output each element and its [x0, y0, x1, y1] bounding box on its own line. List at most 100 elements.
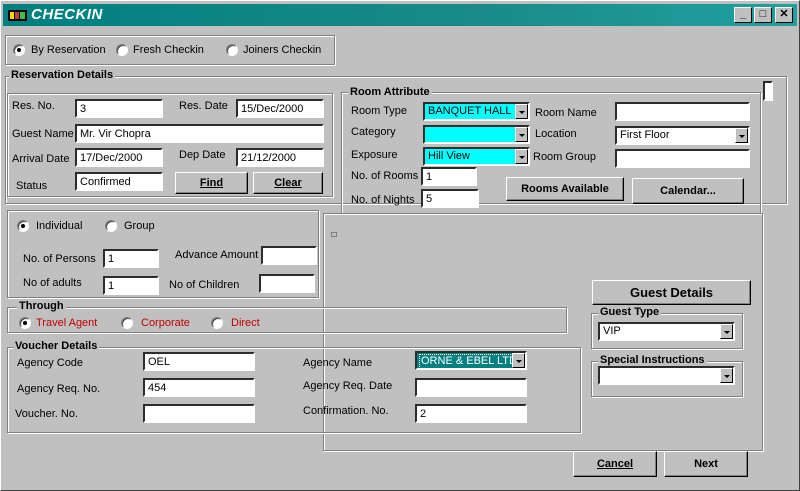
chevron-down-icon[interactable] — [720, 324, 733, 339]
small-marker — [331, 232, 337, 237]
no-of-nights-field[interactable]: 5 — [421, 189, 479, 208]
reservation-legend: Reservation Details — [9, 69, 116, 81]
agency-name-value: ORNE & EBEL LTD — [419, 354, 519, 368]
advance-amount-field[interactable] — [261, 246, 317, 265]
voucher-legend: Voucher Details — [13, 340, 100, 352]
status-label: Status — [16, 180, 48, 192]
through-legend: Through — [17, 300, 66, 312]
mode-fresh-checkin-label: Fresh Checkin — [133, 44, 204, 56]
arrival-date-field[interactable]: 17/Dec/2000 — [75, 148, 163, 167]
cancel-button[interactable]: Cancel — [573, 451, 657, 477]
film-icon — [8, 10, 27, 21]
exposure-value: Hill View — [428, 150, 470, 162]
chevron-down-icon[interactable] — [515, 104, 528, 119]
chevron-down-icon[interactable] — [515, 127, 528, 142]
advance-amount-label: Advance Amount — [175, 249, 259, 261]
chevron-down-icon[interactable] — [512, 353, 525, 368]
travel-agent-label: Travel Agent — [36, 317, 98, 329]
special-instructions-dropdown[interactable] — [598, 366, 735, 385]
voucher-no-field[interactable] — [143, 404, 255, 423]
guest-details-button[interactable]: Guest Details — [592, 280, 751, 305]
minimize-button[interactable]: _ — [734, 7, 752, 23]
no-of-nights-label: No. of Nights — [351, 194, 415, 206]
exposure-dropdown[interactable]: Hill View — [423, 147, 530, 166]
category-dropdown[interactable] — [423, 125, 530, 144]
agency-code-label: Agency Code — [17, 357, 84, 369]
agency-req-date-label: Agency Req. Date — [303, 380, 393, 392]
res-date-label: Res. Date — [179, 100, 228, 112]
checkin-window: CHECKIN _ □ ✕ By Reservation Fresh Check… — [0, 0, 800, 491]
agency-req-date-field[interactable] — [415, 378, 527, 397]
corporate-label: Corporate — [141, 317, 190, 329]
agency-name-dropdown[interactable]: ORNE & EBEL LTD — [415, 351, 527, 370]
no-of-adults-field[interactable]: 1 — [103, 276, 159, 295]
group-radio[interactable] — [105, 220, 117, 232]
guest-name-field[interactable]: Mr. Vir Chopra — [75, 124, 324, 143]
guest-type-dropdown[interactable]: VIP — [598, 322, 735, 341]
dep-date-field[interactable]: 21/12/2000 — [236, 148, 324, 167]
confirmation-no-field[interactable]: 2 — [415, 404, 527, 423]
location-dropdown[interactable]: First Floor — [615, 126, 750, 145]
chevron-down-icon[interactable] — [735, 128, 748, 143]
room-group-label: Room Group — [533, 151, 596, 163]
rooms-available-button[interactable]: Rooms Available — [506, 177, 624, 201]
chevron-down-icon[interactable] — [515, 149, 528, 164]
close-button[interactable]: ✕ — [775, 7, 793, 23]
room-type-dropdown[interactable]: BANQUET HALL — [423, 102, 530, 121]
confirmation-no-label: Confirmation. No. — [303, 405, 389, 417]
status-field[interactable]: Confirmed — [75, 172, 163, 191]
res-no-label: Res. No. — [12, 100, 55, 112]
category-label: Category — [351, 126, 396, 138]
room-group-field[interactable] — [615, 149, 750, 168]
room-name-label: Room Name — [535, 107, 597, 119]
next-button[interactable]: Next — [664, 451, 748, 477]
guest-type-value: VIP — [603, 325, 621, 337]
find-button[interactable]: Find — [175, 172, 248, 194]
window-title: CHECKIN — [31, 6, 103, 23]
agency-req-no-field[interactable]: 454 — [143, 378, 255, 397]
mode-by-reservation-label: By Reservation — [31, 44, 106, 56]
location-value: First Floor — [620, 129, 670, 141]
individual-label: Individual — [36, 220, 83, 232]
agency-req-no-label: Agency Req. No. — [17, 383, 101, 395]
no-of-children-field[interactable] — [259, 274, 315, 293]
clear-button[interactable]: Clear — [253, 172, 323, 194]
agency-code-field[interactable]: OEL — [143, 352, 255, 371]
res-no-field[interactable]: 3 — [75, 99, 163, 118]
no-of-rooms-field[interactable]: 1 — [421, 167, 477, 186]
direct-label: Direct — [231, 317, 260, 329]
exposure-label: Exposure — [351, 149, 398, 161]
room-type-value: BANQUET HALL — [428, 105, 512, 117]
clear-button-label: Clear — [274, 177, 302, 189]
dep-date-label: Dep Date — [179, 149, 226, 161]
no-of-persons-label: No. of Persons — [23, 253, 96, 265]
res-date-field[interactable]: 15/Dec/2000 — [236, 99, 324, 118]
room-name-field[interactable] — [615, 102, 750, 121]
next-button-label: Next — [694, 458, 718, 470]
room-type-label: Room Type — [351, 105, 408, 117]
agency-name-label: Agency Name — [303, 357, 373, 369]
mode-by-reservation-radio[interactable] — [13, 44, 25, 56]
no-of-adults-label: No of adults — [23, 277, 82, 289]
location-label: Location — [535, 128, 577, 140]
individual-radio[interactable] — [17, 220, 29, 232]
guest-type-legend: Guest Type — [598, 306, 662, 318]
no-of-persons-field[interactable]: 1 — [103, 249, 159, 268]
corporate-radio[interactable] — [121, 317, 133, 329]
travel-agent-radio[interactable] — [19, 317, 31, 329]
mode-joiners-checkin-radio[interactable] — [226, 44, 238, 56]
calendar-button[interactable]: Calendar... — [632, 178, 744, 204]
guest-name-label: Guest Name — [12, 128, 74, 140]
direct-radio[interactable] — [211, 317, 223, 329]
find-button-label: Find — [199, 177, 224, 189]
chevron-down-icon[interactable] — [720, 368, 733, 383]
maximize-button[interactable]: □ — [754, 7, 772, 23]
room-attribute-legend: Room Attribute — [348, 86, 432, 98]
mode-fresh-checkin-radio[interactable] — [116, 44, 128, 56]
side-scroll-field[interactable] — [763, 81, 773, 101]
voucher-no-label: Voucher. No. — [15, 408, 78, 420]
group-label: Group — [124, 220, 155, 232]
no-of-rooms-label: No. of Rooms — [351, 170, 419, 182]
title-bar[interactable]: CHECKIN _ □ ✕ — [3, 4, 797, 26]
arrival-date-label: Arrival Date — [12, 153, 70, 165]
